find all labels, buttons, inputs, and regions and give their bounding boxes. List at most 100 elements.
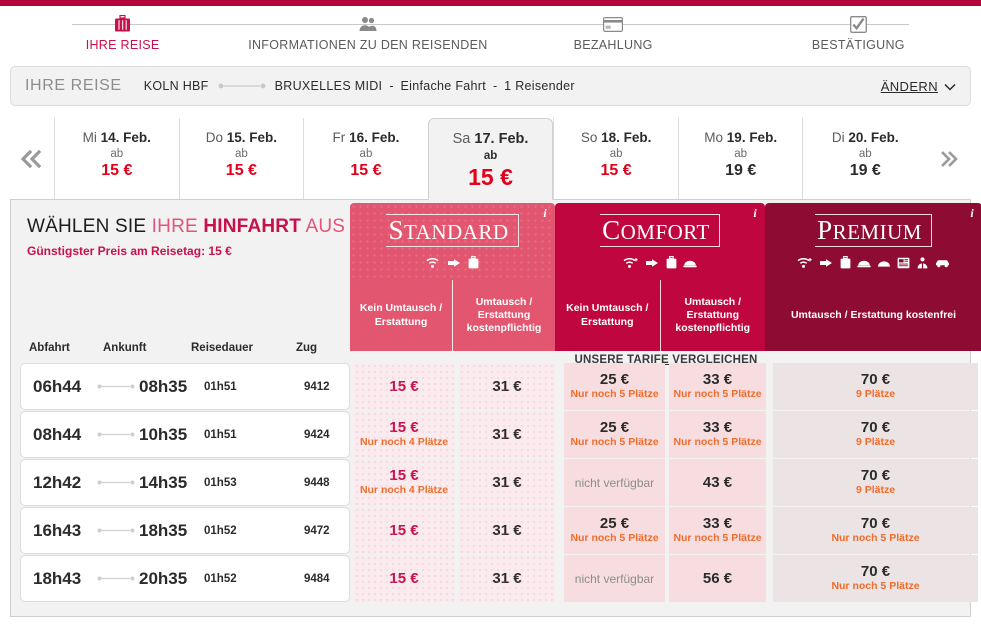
offer-standard-refundable[interactable]: 31 €: [459, 555, 555, 602]
offer-comfort-nonrefundable[interactable]: 25 € Nur noch 5 Plätze: [564, 507, 665, 554]
offer-standard-refundable[interactable]: 31 €: [459, 363, 555, 410]
offer-comfort-refundable[interactable]: 33 € Nur noch 5 Plätze: [669, 507, 766, 554]
offer-standard-nonrefundable[interactable]: 15 €: [354, 507, 454, 554]
date-option-0[interactable]: Mi 14. Feb. ab 15 €: [54, 118, 179, 199]
offer-comfort-nonrefundable[interactable]: 25 € Nur noch 5 Plätze: [564, 363, 665, 410]
offer-premium[interactable]: 70 € 9 Plätze: [773, 411, 978, 458]
passenger-count: 1 Reisender: [504, 79, 575, 93]
date-option-1[interactable]: Do 15. Feb. ab 15 €: [178, 118, 304, 199]
offer-price: 43 €: [702, 473, 733, 491]
offer-standard-nonrefundable[interactable]: 15 € Nur noch 4 Plätze: [354, 411, 454, 458]
fare-condition: Kein Umtausch / Erstattung: [359, 302, 443, 328]
trip-info[interactable]: 18h43 20h35 01h52 9484: [20, 555, 350, 602]
wifi-plus-icon: [797, 257, 813, 269]
title-part-3: HINFAHRT: [203, 216, 302, 237]
date-label: Mi 14. Feb.: [82, 130, 151, 145]
step-bezahlung[interactable]: BEZAHLUNG: [490, 6, 736, 52]
date-price: 15 €: [468, 164, 513, 190]
date-label: Fr 16. Feb.: [332, 130, 400, 145]
trip-arrival-time: 20h35: [139, 568, 188, 588]
offer-price: 25 €: [599, 371, 630, 389]
table-row: 08h44 10h35 01h51 9424 15 € Nur noch 4 P…: [11, 411, 978, 458]
offer-availability: Nur noch 4 Plätze: [359, 436, 449, 449]
table-row: 18h43 20h35 01h52 9484 15 € 31 € nicht v…: [11, 555, 978, 602]
offer-price: 70 €: [860, 371, 891, 389]
offer-comfort-refundable[interactable]: 43 €: [669, 459, 766, 506]
offer-availability: Nur noch 5 Plätze: [673, 388, 762, 401]
booking-page: IHRE REISE INFORMATIONEN ZU DEN REISENDE…: [0, 0, 981, 641]
offer-standard-refundable[interactable]: 31 €: [459, 411, 555, 458]
offer-price: 33 €: [702, 515, 733, 533]
offer-price: 15 €: [389, 377, 419, 395]
date-list: Mi 14. Feb. ab 15 € Do 15. Feb. ab 15 € …: [54, 118, 927, 200]
trip-arrival-time: 18h35: [139, 520, 188, 540]
offer-premium[interactable]: 70 € 9 Plätze: [773, 363, 978, 410]
column-header-arrival: Ankunft: [103, 342, 147, 354]
info-icon[interactable]: i: [745, 203, 765, 223]
offer-standard-refundable[interactable]: 31 €: [459, 507, 555, 554]
offer-comfort-refundable[interactable]: 33 € Nur noch 5 Plätze: [669, 411, 766, 458]
info-icon[interactable]: i: [535, 203, 555, 223]
offer-standard-nonrefundable[interactable]: 15 € Nur noch 4 Plätze: [354, 459, 454, 506]
trip-offers: 15 € 31 € 25 € Nur noch 5 Plätze 33 € Nu…: [350, 363, 981, 410]
meal-tray-icon: [683, 257, 697, 268]
offer-availability: 9 Plätze: [855, 436, 896, 449]
offer-premium[interactable]: 70 € 9 Plätze: [773, 459, 978, 506]
trip-info[interactable]: 12h42 14h35 01h53 9448: [20, 459, 350, 506]
date-option-2[interactable]: Fr 16. Feb. ab 15 €: [303, 118, 428, 199]
wifi-plus-icon: [623, 257, 639, 269]
luggage-icon: [840, 256, 851, 269]
offer-price: 15 €: [389, 521, 419, 539]
route-arrow-icon: [218, 82, 266, 90]
offer-comfort-nonrefundable[interactable]: 25 € Nur noch 5 Plätze: [564, 411, 665, 458]
date-option-4[interactable]: So 18. Feb. ab 15 €: [553, 118, 678, 199]
change-journey-button[interactable]: ÄNDERN: [881, 79, 956, 94]
trip-connector-icon: [97, 479, 135, 486]
offer-premium[interactable]: 70 € Nur noch 5 Plätze: [773, 507, 978, 554]
offer-price: 33 €: [702, 419, 733, 437]
origin-station: KOLN HBF: [143, 79, 209, 93]
fare-class-headers: i STANDARD Kein Umtausch / Erstattung Um…: [350, 203, 981, 351]
fare-premium-conditions: Umtausch / Erstattung kostenfrei: [765, 280, 981, 351]
offer-price: 70 €: [860, 419, 891, 437]
fare-standard-amenities: [426, 256, 479, 269]
date-option-6[interactable]: Di 20. Feb. ab 19 €: [802, 118, 927, 199]
step-label: INFORMATIONEN ZU DEN REISENDEN: [248, 38, 488, 52]
offer-price: 33 €: [702, 371, 733, 389]
trip-info[interactable]: 08h44 10h35 01h51 9424: [20, 411, 350, 458]
meal-tray-icon: [857, 257, 871, 268]
trip-duration: 01h51: [204, 428, 237, 441]
offer-standard-nonrefundable[interactable]: 15 €: [354, 363, 454, 410]
step-bestaetigung[interactable]: BESTÄTIGUNG: [735, 6, 981, 52]
offer-price: 15 €: [389, 569, 419, 587]
offer-availability: Nur noch 5 Plätze: [570, 388, 659, 401]
date-ab-label: ab: [483, 150, 498, 162]
offer-availability: Nur noch 5 Plätze: [673, 436, 762, 449]
previous-dates-button[interactable]: [10, 118, 54, 199]
table-row: 06h44 08h35 01h51 9412 15 € 31 € 25 € Nu…: [11, 363, 978, 410]
double-chevron-right-icon: [941, 150, 958, 167]
taxi-icon: [935, 258, 950, 268]
date-option-3-selected[interactable]: Sa 17. Feb. ab 15 €: [427, 118, 554, 200]
table-row: 12h42 14h35 01h53 9448 15 € Nur noch 4 P…: [11, 459, 978, 506]
offer-standard-refundable[interactable]: 31 €: [459, 459, 555, 506]
offer-premium[interactable]: 70 € Nur noch 5 Plätze: [773, 555, 978, 602]
offer-availability: 9 Plätze: [855, 388, 896, 401]
table-row: 16h43 18h35 01h52 9472 15 € 31 € 25 € Nu…: [11, 507, 978, 554]
offer-availability: Nur noch 4 Plätze: [359, 484, 449, 497]
next-dates-button[interactable]: [927, 118, 971, 199]
trip-arrival-time: 10h35: [139, 424, 188, 444]
offer-comfort-refundable[interactable]: 56 €: [669, 555, 766, 602]
credit-card-icon: [491, 14, 736, 34]
date-option-5[interactable]: Mo 19. Feb. ab 19 €: [677, 118, 803, 199]
trip-info[interactable]: 06h44 08h35 01h51 9412: [20, 363, 350, 410]
offer-comfort-refundable[interactable]: 33 € Nur noch 5 Plätze: [669, 363, 766, 410]
offer-standard-nonrefundable[interactable]: 15 €: [354, 555, 454, 602]
info-icon[interactable]: i: [962, 203, 981, 223]
trip-arrival-time: 08h35: [139, 376, 188, 396]
step-ihre-reise[interactable]: IHRE REISE: [0, 6, 246, 52]
trip-info[interactable]: 16h43 18h35 01h52 9472: [20, 507, 350, 554]
step-informationen-reisenden[interactable]: INFORMATIONEN ZU DEN REISENDEN: [245, 6, 491, 52]
trip-connector-icon: [97, 527, 135, 534]
date-ab-label: ab: [359, 148, 373, 160]
